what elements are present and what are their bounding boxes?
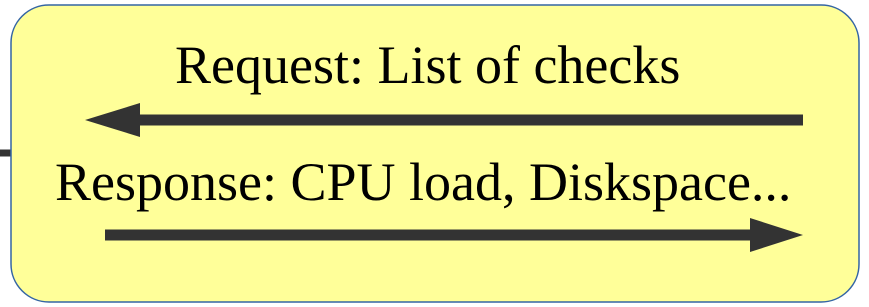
diagram-canvas: Request: List of checks Response: CPU lo… [0, 0, 869, 307]
response-label: Response: CPU load, Diskspace... [55, 152, 792, 212]
request-label: Request: List of checks [175, 35, 681, 95]
